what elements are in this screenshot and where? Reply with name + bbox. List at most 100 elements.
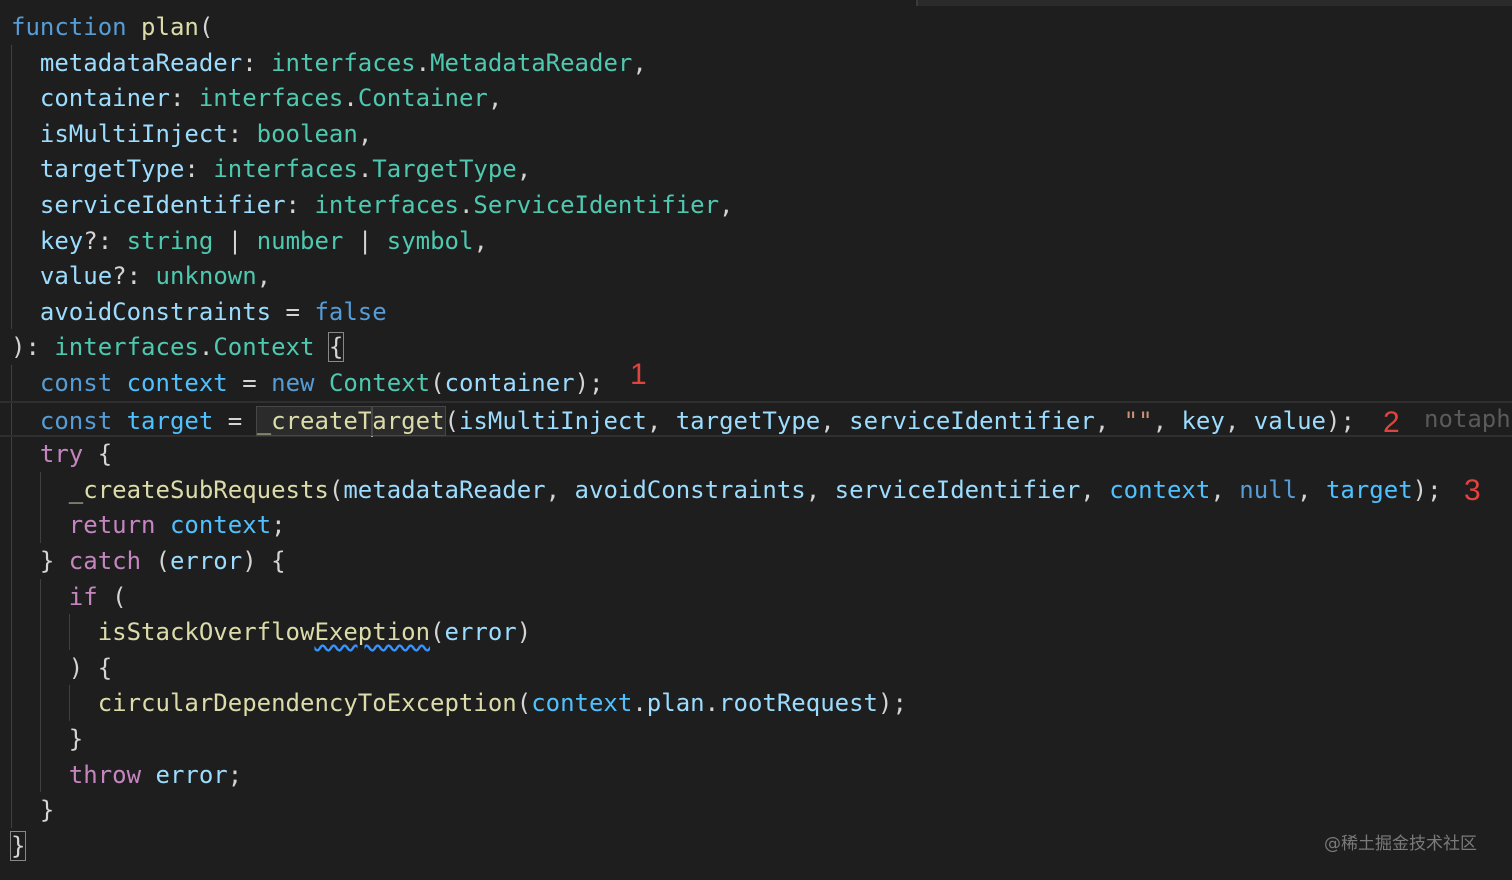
- code-token: (: [430, 369, 445, 397]
- code-token: target: [1325, 475, 1413, 504]
- code-token: value: [39, 262, 113, 291]
- code-token: ,: [487, 84, 503, 113]
- code-line[interactable]: throw error;: [0, 757, 1512, 793]
- code-line[interactable]: function plan(: [0, 9, 1512, 45]
- code-token: target: [126, 406, 214, 435]
- code-token: :: [227, 119, 257, 148]
- code-token: plan: [141, 13, 199, 41]
- code-token: ,: [1224, 406, 1254, 435]
- code-token: ,: [646, 406, 676, 435]
- code-line[interactable]: try {: [0, 436, 1512, 472]
- code-token: context: [1109, 475, 1211, 504]
- code-token: catch: [68, 547, 142, 575]
- code-token: ) {: [242, 547, 286, 575]
- code-token: .: [458, 191, 474, 219]
- code-token: ,: [357, 119, 373, 148]
- code-token: isStackOverflow: [97, 618, 315, 647]
- code-token: |: [343, 226, 387, 255]
- code-line-text: key?: string | number | symbol,: [11, 223, 488, 259]
- code-line[interactable]: const context = new Context(container);: [0, 365, 1512, 401]
- code-line-text: avoidConstraints = false: [11, 294, 387, 330]
- code-token: _createT: [255, 405, 374, 436]
- code-token: metadataReader: [39, 48, 243, 77]
- code-line-text: metadataReader: interfaces.MetadataReade…: [11, 45, 647, 81]
- code-token: .: [343, 84, 358, 113]
- code-token: string: [126, 226, 214, 255]
- code-token: ,: [1152, 406, 1182, 435]
- code-line-text: if (: [11, 579, 127, 615]
- code-line-text: _createSubRequests(metadataReader, avoid…: [11, 472, 1442, 508]
- code-token: (: [444, 406, 459, 435]
- code-token: false: [314, 297, 387, 326]
- code-line[interactable]: }: [0, 828, 1512, 864]
- current-code-line[interactable]: const target = _createTarget(isMultiInje…: [0, 400, 1512, 439]
- code-token: =: [271, 297, 315, 326]
- code-line[interactable]: } catch (error) {: [0, 543, 1512, 579]
- code-line-text: const target = _createTarget(isMultiInje…: [11, 403, 1355, 439]
- code-line-text: }: [11, 721, 83, 757]
- code-line[interactable]: ): interfaces.Context {: [0, 329, 1512, 365]
- code-line-text: try {: [11, 436, 112, 472]
- code-token: .: [357, 155, 373, 184]
- code-line[interactable]: return context;: [0, 507, 1512, 543]
- code-token: circularDependencyToException: [97, 689, 517, 718]
- code-token: .: [198, 333, 214, 362]
- code-line[interactable]: serviceIdentifier: interfaces.ServiceIde…: [0, 187, 1512, 223]
- code-token: );: [1326, 406, 1355, 435]
- code-line[interactable]: isMultiInject: boolean,: [0, 116, 1512, 152]
- code-token: ,: [719, 191, 734, 219]
- code-line[interactable]: _createSubRequests(metadataReader, avoid…: [0, 472, 1512, 508]
- code-line[interactable]: }: [0, 721, 1512, 757]
- code-token: targetType: [675, 406, 821, 435]
- code-line[interactable]: metadataReader: interfaces.MetadataReade…: [0, 45, 1512, 81]
- code-line-text: ) {: [11, 650, 112, 686]
- code-token: container: [444, 369, 575, 397]
- code-line[interactable]: circularDependencyToException(context.pl…: [0, 685, 1512, 721]
- code-editor[interactable]: function plan( metadataReader: interface…: [0, 0, 1512, 880]
- code-token: .: [632, 689, 647, 718]
- code-line-text: container: interfaces.Container,: [11, 80, 502, 116]
- code-token: .: [704, 689, 720, 718]
- code-line[interactable]: avoidConstraints = false: [0, 294, 1512, 330]
- code-line-text: return context;: [11, 507, 286, 543]
- code-token: TargetType: [372, 155, 517, 184]
- annotation-number-2: 2: [1383, 405, 1400, 439]
- code-token: ,: [1210, 475, 1240, 504]
- code-line[interactable]: isStackOverflowExeption(error): [0, 614, 1512, 650]
- code-line[interactable]: targetType: interfaces.TargetType,: [0, 151, 1512, 187]
- code-token: serviceIdentifier: [39, 191, 286, 219]
- code-token: _createSubRequests: [68, 475, 329, 504]
- code-token: ,: [473, 226, 488, 255]
- code-token: targetType: [39, 155, 185, 184]
- code-token: );: [574, 369, 604, 397]
- code-token: key: [39, 226, 84, 255]
- code-line-text: } catch (error) {: [11, 543, 286, 579]
- code-token: ?:: [83, 226, 127, 255]
- code-line[interactable]: container: interfaces.Container,: [0, 80, 1512, 116]
- code-line[interactable]: }: [0, 792, 1512, 828]
- code-token: );: [1412, 475, 1442, 504]
- code-token: "": [1123, 406, 1153, 435]
- code-line[interactable]: if (: [0, 579, 1512, 615]
- code-line[interactable]: value?: unknown,: [0, 258, 1512, 294]
- code-line-text: }: [9, 828, 27, 864]
- annotation-number-1: 1: [630, 358, 647, 391]
- code-line-text: serviceIdentifier: interfaces.ServiceIde…: [11, 187, 734, 223]
- spelling-warning-token: Exeption: [314, 618, 431, 647]
- matched-bracket: {: [327, 332, 345, 363]
- code-line[interactable]: ) {: [0, 650, 1512, 686]
- code-token: ServiceIdentifier: [473, 191, 720, 219]
- code-token: (: [430, 618, 445, 647]
- code-token: interfaces: [213, 155, 358, 184]
- code-token: interfaces: [198, 84, 344, 113]
- code-token: plan: [646, 689, 705, 718]
- code-line[interactable]: key?: string | number | symbol,: [0, 223, 1512, 259]
